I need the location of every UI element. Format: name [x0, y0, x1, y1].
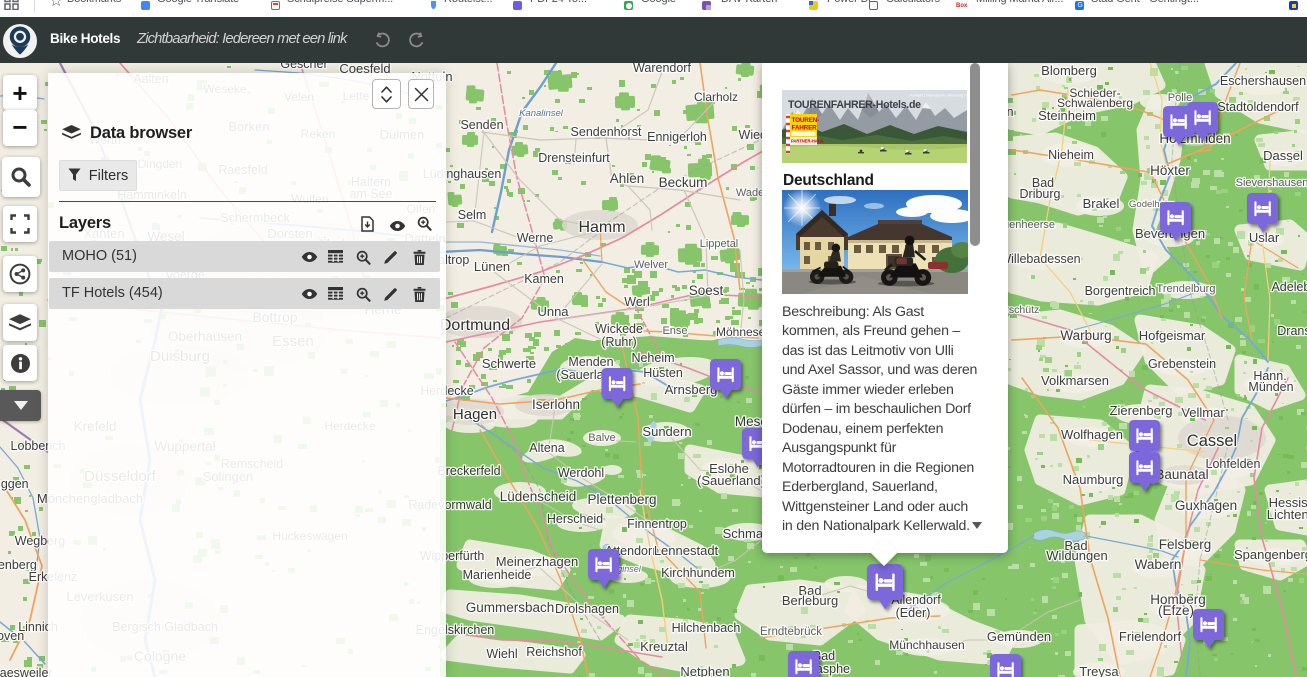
- svg-text:TOUREN-: TOUREN-: [792, 117, 820, 124]
- svg-text:TOURENFAHRER-Hotels.de: TOURENFAHRER-Hotels.de: [788, 99, 921, 111]
- svg-text:Kontakt | Impressum | Werbung: Kontakt | Impressum | Werbung | Login: [910, 94, 967, 98]
- svg-text:PARTNER-HAUS: PARTNER-HAUS: [791, 139, 824, 144]
- svg-text:FAHRER: FAHRER: [792, 125, 818, 132]
